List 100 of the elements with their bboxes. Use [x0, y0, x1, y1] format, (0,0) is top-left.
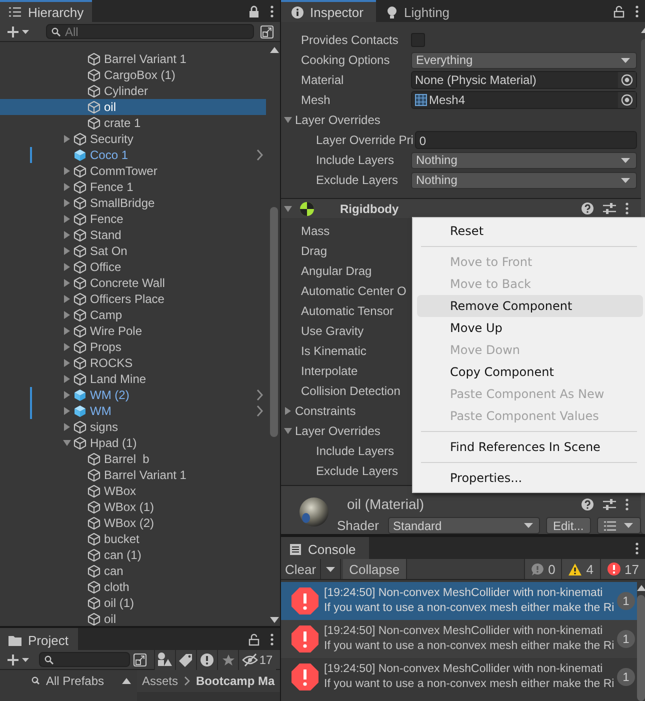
foldout-arrow-icon[interactable]	[62, 390, 72, 400]
foldout-arrow-icon[interactable]	[62, 374, 72, 384]
hierarchy-item[interactable]: oil (1)	[0, 595, 266, 611]
menu-item[interactable]: Properties...	[417, 467, 643, 489]
foldout-arrow-icon[interactable]	[62, 214, 72, 224]
hierarchy-item[interactable]: Concrete Wall	[0, 275, 266, 291]
more-icon[interactable]	[270, 632, 274, 646]
error-count-button[interactable]: 17	[600, 559, 645, 579]
dropdown[interactable]: Everything	[411, 52, 637, 68]
inspector-tab[interactable]: Lighting	[376, 0, 471, 22]
foldout-arrow-icon[interactable]	[62, 182, 72, 192]
search-field[interactable]	[39, 652, 130, 667]
hierarchy-item[interactable]: Cylinder	[0, 83, 266, 99]
settings-icon[interactable]	[602, 202, 616, 215]
foldout-arrow-icon[interactable]	[62, 326, 72, 336]
hierarchy-item[interactable]: CargoBox (1)	[0, 67, 266, 83]
help-icon[interactable]	[580, 498, 594, 510]
warning-count-button[interactable]: 4	[561, 559, 600, 579]
project-tab[interactable]: Project	[0, 628, 78, 650]
hierarchy-item[interactable]: WBox	[0, 483, 266, 499]
hierarchy-item[interactable]: Land Mine	[0, 371, 266, 387]
hierarchy-item[interactable]: Fence	[0, 211, 266, 227]
dropdown[interactable]: Nothing	[411, 152, 637, 168]
hierarchy-item[interactable]: oil	[0, 99, 266, 115]
inspector-tab[interactable]: Inspector	[281, 0, 376, 22]
log-entry[interactable]: [19:24:50] Non-convex MeshCollider with non-kinemati If you want to use a non-convex mesh either make the Ri 1	[281, 582, 637, 620]
hierarchy-item[interactable]: ROCKS	[0, 355, 266, 371]
hierarchy-item[interactable]: Camp	[0, 307, 266, 323]
info-count-button[interactable]: 0	[524, 559, 562, 579]
edit-button[interactable]: Edit...	[546, 517, 591, 534]
hierarchy-item[interactable]: Barrel Variant 1	[0, 467, 266, 483]
foldout-arrow-icon[interactable]	[62, 198, 72, 208]
hierarchy-item[interactable]: oil	[0, 611, 266, 626]
hierarchy-item[interactable]: Wire Pole	[0, 323, 266, 339]
menu-item[interactable]: Reset	[417, 220, 643, 242]
hierarchy-item[interactable]: bucket	[0, 531, 266, 547]
foldout-arrow-icon[interactable]	[62, 358, 72, 368]
menu-item[interactable]: Copy Component	[417, 361, 643, 383]
list-dropdown-button[interactable]	[596, 517, 641, 534]
scroll-up-icon[interactable]	[122, 678, 132, 684]
foldout-arrow-icon[interactable]	[62, 230, 72, 240]
search-field[interactable]: All	[46, 24, 254, 39]
lock-icon[interactable]	[248, 632, 260, 646]
foldout-arrow-icon[interactable]	[283, 115, 293, 125]
foldout-arrow-icon[interactable]	[62, 406, 72, 416]
collapse-button[interactable]: Collapse	[343, 559, 407, 579]
dropdown[interactable]: Nothing	[411, 172, 637, 188]
hierarchy-item[interactable]: WM	[0, 403, 266, 419]
hierarchy-item[interactable]: Sat On	[0, 243, 266, 259]
hierarchy-item[interactable]: Hpad (1)	[0, 435, 266, 451]
number-field[interactable]: 0	[415, 131, 637, 149]
foldout-arrow-icon[interactable]	[62, 262, 72, 272]
menu-item[interactable]: Move Up	[417, 317, 643, 339]
hierarchy-item[interactable]: cloth	[0, 579, 266, 595]
shader-dropdown[interactable]: Standard	[388, 517, 540, 534]
breadcrumb-link[interactable]: Assets	[142, 674, 178, 688]
foldout-arrow-icon[interactable]	[62, 166, 72, 176]
hierarchy-item[interactable]: can (1)	[0, 547, 266, 563]
star-icon[interactable]	[222, 654, 234, 666]
hierarchy-item[interactable]: Barrel b	[0, 451, 266, 467]
object-field[interactable]: None (Physic Material)	[411, 71, 637, 89]
menu-item[interactable]: Find References In Scene	[417, 436, 643, 458]
log-entry[interactable]: [19:24:50] Non-convex MeshCollider with non-kinemati If you want to use a non-convex mesh either make the Ri 1	[281, 620, 637, 658]
more-icon[interactable]	[270, 4, 274, 18]
hierarchy-item[interactable]: WBox (1)	[0, 499, 266, 515]
foldout-arrow-icon[interactable]	[62, 342, 72, 352]
component-header[interactable]: Rigidbody	[281, 198, 641, 218]
console-tab[interactable]: Console	[281, 537, 369, 559]
chevron-icon[interactable]	[256, 405, 264, 417]
hierarchy-item[interactable]: Coco 1	[0, 147, 266, 163]
foldout-arrow-icon[interactable]	[62, 438, 72, 448]
foldout-arrow-icon[interactable]	[62, 294, 72, 304]
hierarchy-item[interactable]: CommTower	[0, 163, 266, 179]
chevron-icon[interactable]	[256, 149, 264, 161]
hierarchy-item[interactable]: Office	[0, 259, 266, 275]
more-icon[interactable]	[635, 542, 639, 554]
object-picker-icon[interactable]	[620, 74, 633, 86]
expand-icon[interactable]	[260, 24, 274, 38]
hierarchy-tab[interactable]: Hierarchy	[0, 0, 92, 22]
foldout-arrow-icon[interactable]	[62, 422, 72, 432]
hierarchy-item[interactable]: Security	[0, 131, 266, 147]
clear-button[interactable]: Clear	[281, 559, 322, 579]
chevron-icon[interactable]	[256, 389, 264, 401]
breadcrumb-link[interactable]: Bootcamp Ma	[196, 674, 275, 688]
foldout-arrow-icon[interactable]	[62, 310, 72, 320]
hierarchy-item[interactable]: Fence 1	[0, 179, 266, 195]
hierarchy-item[interactable]: can	[0, 563, 266, 579]
object-picker-icon[interactable]	[620, 94, 633, 106]
hierarchy-item[interactable]: WBox (2)	[0, 515, 266, 531]
lock-icon[interactable]	[248, 4, 260, 18]
checkbox[interactable]	[411, 33, 425, 47]
more-icon[interactable]	[624, 202, 629, 215]
foldout-arrow-icon[interactable]	[62, 278, 72, 288]
foldout-arrow-icon[interactable]	[283, 406, 293, 416]
foldout-arrow-icon[interactable]	[62, 246, 72, 256]
hidden-count-button[interactable]: 17	[238, 650, 276, 670]
more-icon[interactable]	[635, 4, 639, 18]
object-field[interactable]: Mesh4	[411, 91, 637, 109]
hierarchy-item[interactable]: WM (2)	[0, 387, 266, 403]
expand-icon[interactable]	[133, 652, 147, 666]
